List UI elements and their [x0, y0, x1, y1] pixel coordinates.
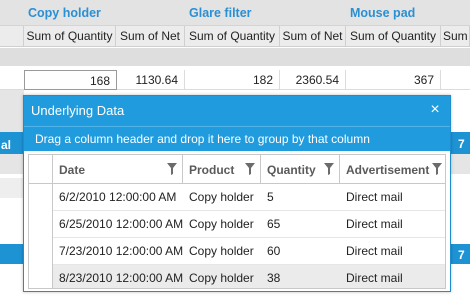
pivot-spacer-row — [0, 48, 470, 66]
dialog-title: Underlying Data — [31, 103, 125, 118]
column-header-label: Advertisement — [346, 163, 430, 177]
funnel-icon[interactable] — [432, 163, 442, 175]
pivot-row-strip — [451, 154, 470, 174]
pivot-total-strip — [0, 244, 24, 264]
table-row[interactable]: 6/2/2010 12:00:00 AM Copy holder 5 Direc… — [29, 184, 445, 211]
underlying-data-grid: Date Product Quantity Advertisement 6/2/… — [28, 154, 446, 289]
pivot-row-strip — [0, 154, 24, 174]
row-indicator[interactable] — [29, 211, 53, 238]
cell-date[interactable]: 6/25/2010 12:00:00 AM — [53, 211, 183, 238]
cell-advertisement[interactable]: Direct mail — [340, 238, 445, 265]
underlying-data-dialog: Underlying Data × Drag a column header a… — [23, 95, 451, 292]
funnel-icon[interactable] — [245, 163, 255, 175]
pivot-row-strip — [0, 178, 24, 198]
table-row[interactable]: 7/23/2010 12:00:00 AM Copy holder 60 Dir… — [29, 238, 445, 265]
cell-product[interactable]: Copy holder — [183, 238, 261, 265]
pivot-group-glare-filter[interactable]: Glare filter — [185, 0, 252, 26]
pivot-value-cell[interactable] — [441, 70, 470, 90]
cell-advertisement[interactable]: Direct mail — [340, 211, 445, 238]
pivot-total-value: 7 — [458, 248, 465, 262]
cell-quantity[interactable]: 38 — [261, 265, 340, 288]
pivot-values-row: 168 1130.64 182 2360.54 367 — [0, 70, 470, 90]
table-row[interactable]: 6/25/2010 12:00:00 AM Copy holder 65 Dir… — [29, 211, 445, 238]
pivot-measure-header[interactable]: Sum — [441, 26, 470, 47]
cell-product[interactable]: Copy holder — [183, 265, 261, 288]
pivot-value-cell[interactable]: 1130.64 — [117, 70, 185, 90]
pivot-value-cell[interactable]: 2360.54 — [280, 70, 346, 90]
cell-quantity[interactable]: 60 — [261, 238, 340, 265]
pivot-value-cell-selected[interactable]: 168 — [24, 70, 117, 90]
pivot-measure-header[interactable]: Sum of Quantity — [185, 26, 280, 47]
table-row-alternate[interactable]: 8/23/2010 12:00:00 AM Copy holder 38 Dir… — [29, 265, 445, 288]
cell-quantity[interactable]: 65 — [261, 211, 340, 238]
pivot-row-strip — [0, 90, 24, 132]
cell-date[interactable]: 8/23/2010 12:00:00 AM — [53, 265, 183, 288]
pivot-value-cell[interactable]: 367 — [346, 70, 441, 90]
funnel-icon[interactable] — [324, 163, 334, 175]
grid-header-row: Date Product Quantity Advertisement — [29, 155, 445, 184]
cell-advertisement[interactable]: Direct mail — [340, 265, 445, 288]
row-indicator[interactable] — [29, 238, 53, 265]
row-indicator[interactable] — [29, 265, 53, 288]
column-header-label: Date — [59, 163, 86, 177]
row-indicator[interactable] — [29, 184, 53, 211]
pivot-measure-header[interactable]: Sum of Net — [280, 26, 346, 47]
pivot-measure-header[interactable]: Sum of Net — [116, 26, 185, 47]
column-header-label: Product — [189, 163, 235, 177]
pivot-measure-header-row: Sum of Quantity Sum of Net Sum of Quanti… — [0, 26, 470, 47]
pivot-total-label: al — [1, 138, 12, 152]
column-header-product[interactable]: Product — [183, 155, 261, 184]
close-icon[interactable]: × — [426, 100, 444, 120]
pivot-group-copy-holder[interactable]: Copy holder — [24, 0, 101, 26]
pivot-value-cell[interactable]: 182 — [185, 70, 280, 90]
cell-date[interactable]: 6/2/2010 12:00:00 AM — [53, 184, 183, 211]
column-header-date[interactable]: Date — [53, 155, 183, 184]
row-indicator-header — [29, 155, 53, 184]
pivot-group-mouse-pad[interactable]: Mouse pad — [346, 0, 415, 26]
column-header-advertisement[interactable]: Advertisement — [340, 155, 445, 184]
column-header-quantity[interactable]: Quantity — [261, 155, 340, 184]
cell-advertisement[interactable]: Direct mail — [340, 184, 445, 211]
pivot-measure-header[interactable]: Sum of Quantity — [346, 26, 441, 47]
cell-quantity[interactable]: 5 — [261, 184, 340, 211]
cell-product[interactable]: Copy holder — [183, 184, 261, 211]
pivot-measure-header[interactable]: Sum of Quantity — [24, 26, 116, 47]
pivot-group-header-row: Copy holder Glare filter Mouse pad — [0, 0, 470, 26]
column-header-label: Quantity — [267, 163, 316, 177]
group-by-panel[interactable]: Drag a column header and drop it here to… — [24, 126, 450, 151]
dialog-title-bar[interactable]: Underlying Data × — [24, 96, 450, 126]
group-by-hint: Drag a column header and drop it here to… — [35, 132, 370, 146]
cell-date[interactable]: 7/23/2010 12:00:00 AM — [53, 238, 183, 265]
funnel-icon[interactable] — [167, 163, 177, 175]
pivot-corner-cell — [0, 26, 24, 47]
cell-product[interactable]: Copy holder — [183, 211, 261, 238]
pivot-total-value: 7 — [458, 137, 465, 151]
